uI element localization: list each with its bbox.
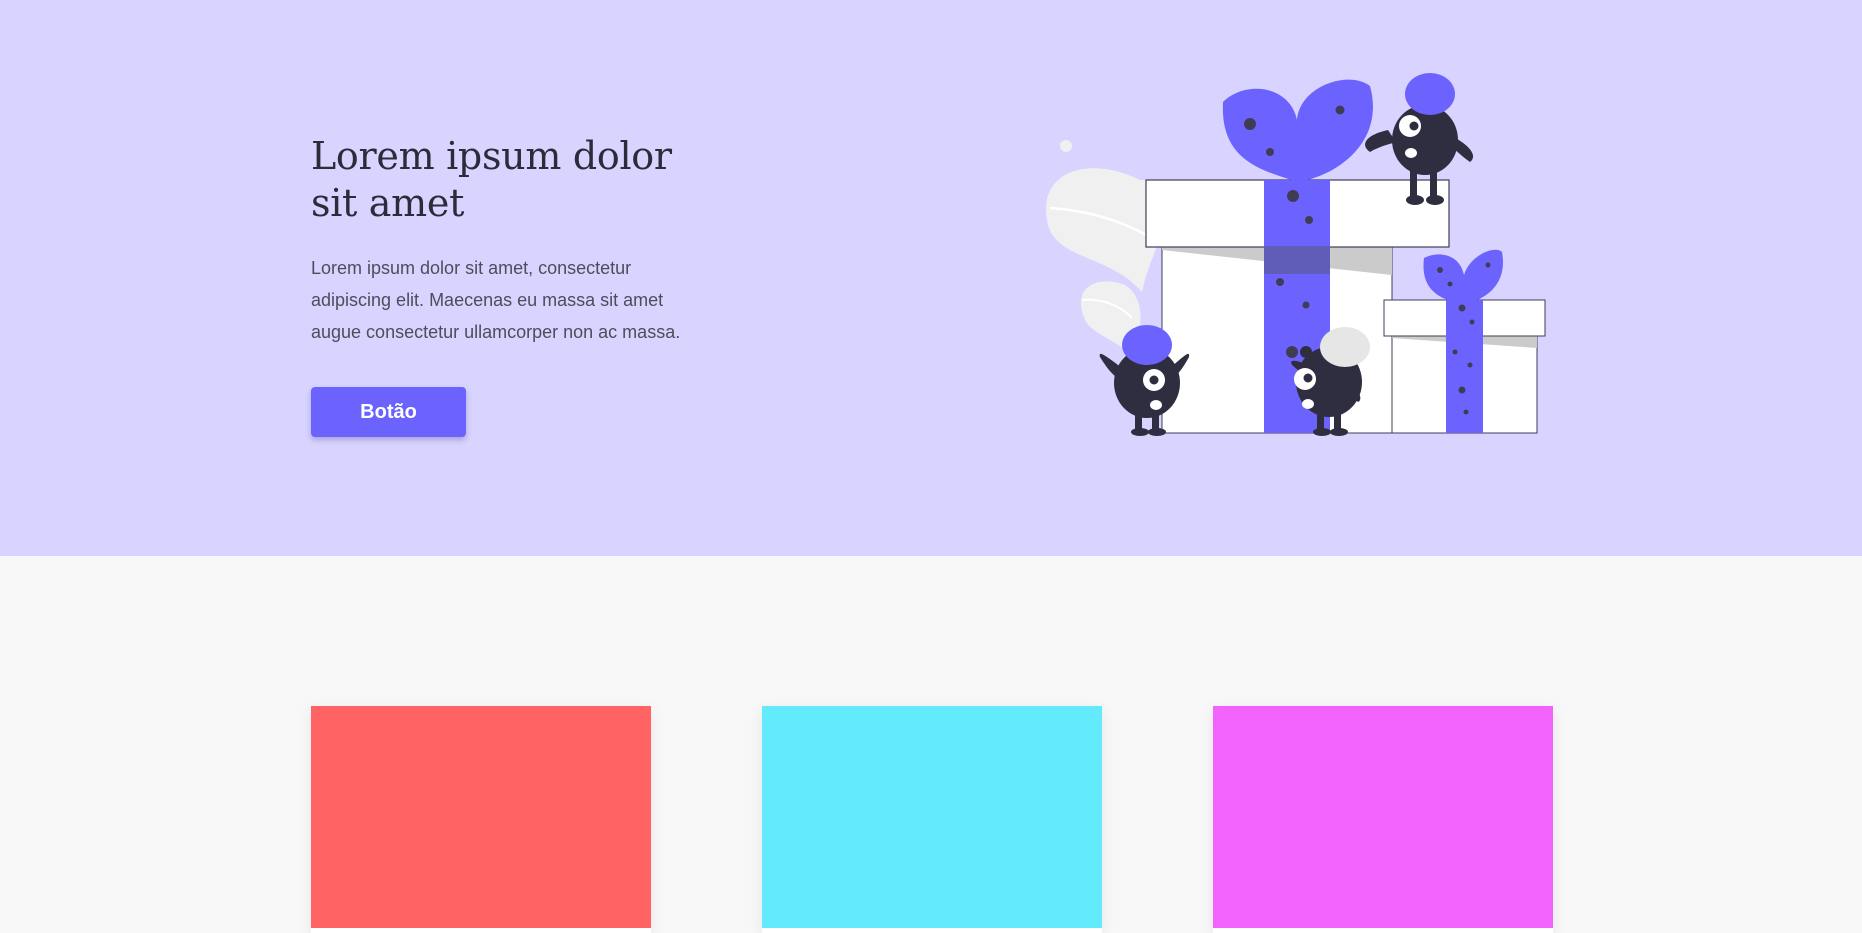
small-gift-box (1383, 249, 1546, 434)
hero-section: Lorem ipsum dolor sit amet Lorem ipsum d… (0, 0, 1862, 556)
magenta-placeholder-image (1213, 706, 1553, 928)
hero-text-block: Lorem ipsum dolor sit amet Lorem ipsum d… (311, 133, 711, 348)
hero-description: Lorem ipsum dolor sit amet, consectetur … (311, 258, 681, 342)
card-2[interactable] (762, 706, 1102, 933)
red-placeholder-image (311, 706, 651, 928)
hero-title: Lorem ipsum dolor sit amet (311, 134, 672, 225)
hero-button[interactable]: Botão (311, 387, 466, 437)
cyan-placeholder-image (762, 706, 1102, 928)
gift-boxes-with-monsters-illustration (1046, 73, 1546, 436)
card-1[interactable] (311, 706, 651, 933)
card-3[interactable] (1213, 706, 1553, 933)
